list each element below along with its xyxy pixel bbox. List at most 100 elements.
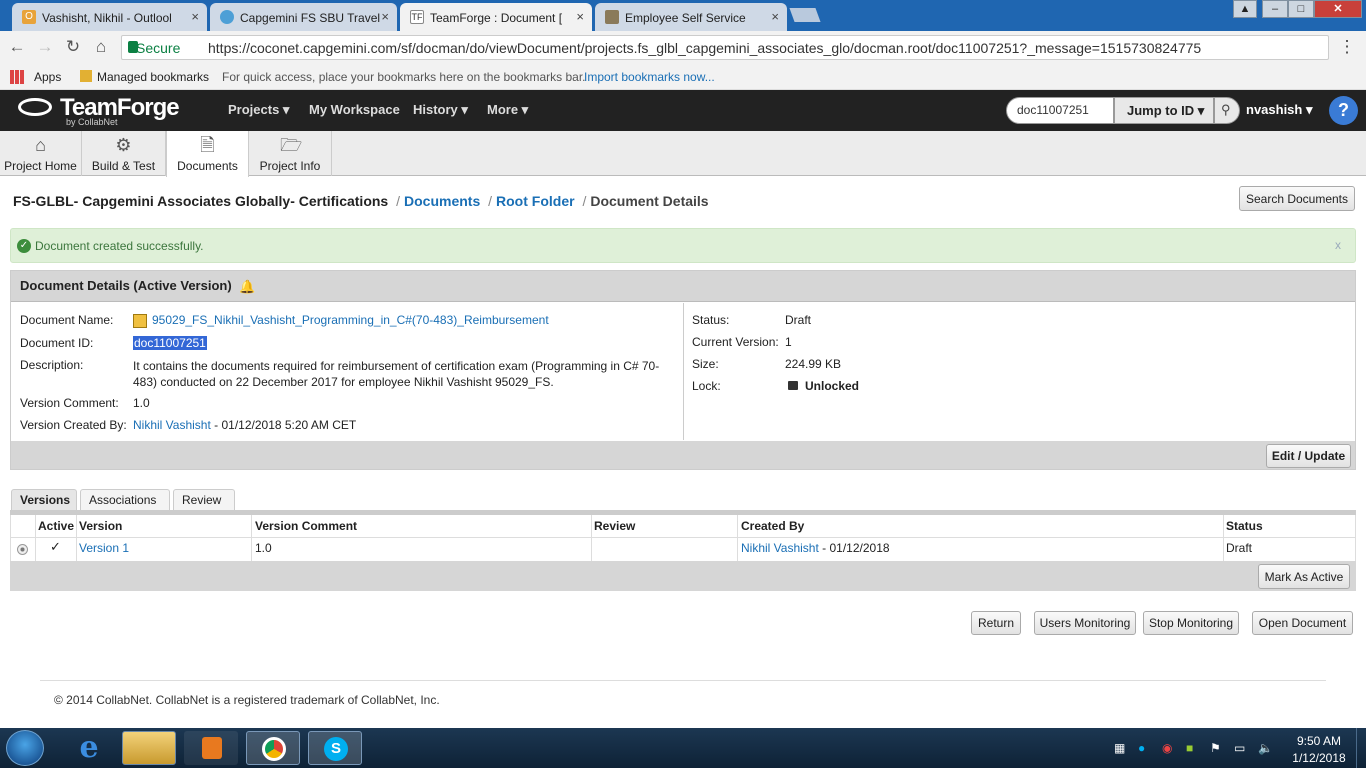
created-by-user-link[interactable]: Nikhil Vashisht [133,418,211,432]
browser-tab-travel[interactable]: Capgemini FS SBU Travel × [210,3,397,31]
breadcrumb-project[interactable]: FS-GLBL- Capgemini Associates Globally- … [13,193,388,209]
chrome-icon[interactable] [246,731,300,765]
users-monitoring-button[interactable]: Users Monitoring [1034,611,1136,635]
close-tab-icon[interactable]: × [576,9,584,24]
breadcrumb: FS-GLBL- Capgemini Associates Globally- … [13,193,709,209]
url-text[interactable]: https://coconet.capgemini.com/sf/docman/… [208,40,1201,56]
document-id-value: doc11007251 [133,336,207,350]
current-version-value: 1 [785,335,792,349]
new-tab-button[interactable] [789,8,821,22]
logo-subtitle: by CollabNet [66,117,118,127]
return-button[interactable]: Return [971,611,1021,635]
col-version-comment: Version Comment [255,519,358,533]
jump-to-id-input[interactable]: doc11007251 [1006,97,1114,124]
created-by-user-link[interactable]: Nikhil Vashisht [741,541,819,555]
created-by-cell: Nikhil Vashisht - 01/12/2018 [741,541,890,555]
breadcrumb-root-folder[interactable]: Root Folder [496,193,575,209]
open-document-button[interactable]: Open Document [1252,611,1353,635]
browser-tab-ess[interactable]: Employee Self Service × [595,3,787,31]
close-tab-icon[interactable]: × [771,9,779,24]
ess-icon [605,10,619,24]
close-alert-icon[interactable]: x [1335,238,1341,252]
apps-icon [10,70,24,84]
network-tray-icon[interactable]: ▦ [1114,741,1125,755]
tab-project-home[interactable]: ⌂ Project Home [0,131,82,176]
nav-label: Projects [228,102,280,117]
media-player-icon[interactable] [184,731,238,765]
skype-tray-icon[interactable]: ● [1138,741,1145,755]
apps-link[interactable]: Apps [34,70,61,84]
close-tab-icon[interactable]: × [381,9,389,24]
bell-icon[interactable]: 🔔 [239,279,255,295]
tab-review[interactable]: Review [173,489,235,510]
outlook-icon: O [22,10,36,24]
versions-table: Active Version Version Comment Review Cr… [10,515,1356,561]
lock-icon [788,381,798,390]
version-comment-value: 1.0 [133,396,150,410]
version-comment-cell: 1.0 [255,541,272,555]
active-check-icon: ✓ [50,539,61,554]
clock-date: 1/12/2018 [1292,751,1346,765]
import-bookmarks-link[interactable]: Import bookmarks now... [584,70,715,84]
jump-to-id-button[interactable]: Jump to ID ▾ [1114,97,1214,124]
nav-history[interactable]: History ▾ [413,102,468,118]
clock[interactable]: 9:50 AM 1/12/2018 [1288,734,1350,765]
browser-tab-teamforge[interactable]: TF TeamForge : Document [ × [400,3,592,32]
tab-documents[interactable]: 🗎 Documents [166,131,249,177]
tab-label: Documents [177,159,238,173]
col-review: Review [594,519,636,533]
row-radio[interactable] [17,544,28,555]
explorer-icon[interactable] [122,731,176,765]
mark-as-active-button[interactable]: Mark As Active [1258,564,1350,589]
maximize-button[interactable]: □ [1288,0,1314,18]
user-menu[interactable]: nvashish ▾ [1246,102,1313,118]
close-window-button[interactable]: ✕ [1314,0,1362,18]
nav-my-workspace[interactable]: My Workspace [309,102,400,117]
edit-update-button[interactable]: Edit / Update [1266,444,1351,468]
tab-associations[interactable]: Associations [80,489,170,510]
browser-tab-outlook[interactable]: O Vashisht, Nikhil - Outlool × [12,3,207,31]
search-icon[interactable]: ⚲ [1214,97,1240,124]
home-icon[interactable]: ⌂ [90,37,112,57]
menu-icon[interactable]: ⋮ [1336,37,1358,57]
col-version: Version [79,519,123,533]
help-icon[interactable]: ? [1329,96,1358,125]
home-icon: ⌂ [35,135,46,155]
address-bar[interactable]: Secure https://coconet.capgemini.com/sf/… [121,35,1329,60]
ie-icon[interactable]: e [62,731,116,765]
breadcrumb-documents[interactable]: Documents [404,193,480,209]
tab-versions[interactable]: Versions [11,489,77,510]
lock-value: Unlocked [805,379,860,393]
skype-icon[interactable]: S [308,731,362,765]
flag-icon[interactable]: ⚑ [1210,741,1221,755]
nav-projects[interactable]: Projects ▾ [228,102,289,118]
show-desktop-button[interactable] [1356,728,1366,768]
nav-more[interactable]: More ▾ [487,102,528,118]
tab-build-test[interactable]: ⚙ Build & Test [82,131,166,176]
tray-icon[interactable]: ■ [1186,741,1193,755]
stop-monitoring-button[interactable]: Stop Monitoring [1143,611,1239,635]
antivirus-tray-icon[interactable]: ◉ [1162,741,1172,755]
display-icon[interactable]: ▭ [1234,741,1245,755]
close-tab-icon[interactable]: × [191,9,199,24]
user-profile-icon[interactable]: ▲ [1233,0,1257,18]
status-value: Draft [785,313,812,327]
reload-icon[interactable]: ↻ [62,37,84,57]
forward-icon[interactable]: → [34,37,56,57]
search-documents-button[interactable]: Search Documents [1239,186,1355,211]
managed-bookmarks[interactable]: Managed bookmarks [97,70,209,84]
version-link[interactable]: Version 1 [79,541,129,555]
label-version-comment: Version Comment: [20,396,119,410]
minimize-button[interactable]: – [1262,0,1288,18]
back-icon[interactable]: ← [6,37,28,57]
start-button-icon[interactable] [6,730,44,766]
tab-project-info[interactable]: 🗁 Project Info [249,131,332,176]
document-details-panel: Document Details (Active Version) 🔔 Docu… [10,270,1356,470]
label-description: Description: [20,358,84,372]
col-status: Status [1226,519,1263,533]
footer-divider [40,680,1326,681]
folder-icon [80,70,92,82]
document-name-link[interactable]: 95029_FS_Nikhil_Vashisht_Programming_in_… [152,313,549,327]
volume-icon[interactable]: 🔈 [1258,741,1273,755]
folder-icon: 🗁 [280,135,303,155]
